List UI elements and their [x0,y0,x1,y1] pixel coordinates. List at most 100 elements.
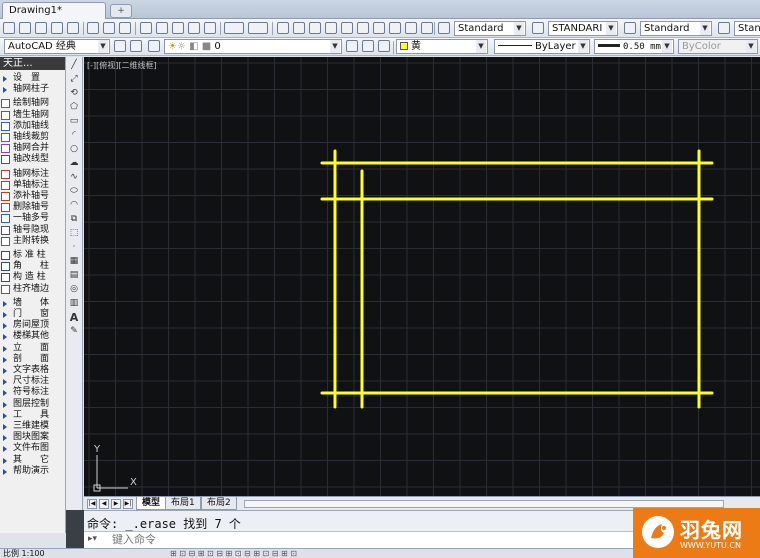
panel-item[interactable]: 删除轴号 [1,202,65,213]
point-icon[interactable]: · [68,242,80,253]
panel-item[interactable]: 楼梯其他 [1,331,65,342]
panel-item[interactable]: 单轴标注 [1,180,65,191]
tool-palettes-icon[interactable] [373,22,385,34]
first-layout-button[interactable]: |◀ [87,499,97,509]
make-block-icon[interactable]: ⬚ [68,228,80,239]
save-icon[interactable] [67,22,79,34]
mtext-icon[interactable]: A [68,312,80,323]
panel-item[interactable]: 立 面 [1,343,65,354]
polyline-icon[interactable]: ⟲ [68,88,80,99]
panel-item[interactable]: 其 它 [1,455,65,466]
line-tool-icon[interactable]: ╱ [68,60,80,71]
dim-style-select[interactable]: STANDARI ▼ [548,21,618,36]
panel-item[interactable]: 标 准 柱 [1,250,65,261]
panel-item[interactable]: 尺寸标注 [1,376,65,387]
workspace-select[interactable]: AutoCAD 经典 ▼ [4,39,110,54]
sheet-set-icon[interactable] [389,22,401,34]
panel-item[interactable]: 墙生轴网 [1,110,65,121]
workspace-settings-icon[interactable] [114,40,126,52]
panel-item[interactable]: 添加轴线 [1,121,65,132]
zoom-realtime-icon[interactable] [293,22,305,34]
revcloud-icon[interactable]: ☁ [68,158,80,169]
panel-item[interactable]: 轴改线型 [1,154,65,165]
region-icon[interactable]: ◎ [68,284,80,295]
cut-icon[interactable] [140,22,152,34]
drafting-toggles[interactable]: ⊞ ⊡ ⊟ ⊞ ⊡ ⊟ ⊞ ⊡ ⊟ ⊞ ⊡ ⊟ ⊞ ⊡ [170,549,297,558]
lineweight-select[interactable]: 0.50 mm ▼ [594,39,674,54]
panel-item[interactable]: 绘制轴网 [1,98,65,109]
panel-item[interactable]: 轴线裁剪 [1,132,65,143]
new-file-icon[interactable] [19,22,31,34]
command-window-handle[interactable] [66,510,84,548]
layer-select[interactable]: ☀☼ ◧ ■ 0 ▼ [164,39,342,54]
panel-item[interactable]: 房间屋顶 [1,320,65,331]
panel-item[interactable]: 图块图案 [1,432,65,443]
arc-icon[interactable]: ◜ [68,130,80,141]
panel-item[interactable]: 添补轴号 [1,191,65,202]
add-selected-icon[interactable]: ✎ [68,326,80,337]
panel-title[interactable]: 天正... [0,57,65,70]
panel-item[interactable]: 一轴多号 [1,213,65,224]
block-editor-icon[interactable] [204,22,216,34]
gradient-icon[interactable]: ▤ [68,270,80,281]
tab-model[interactable]: 模型 [136,497,167,510]
document-tab[interactable]: Drawing1* [2,2,106,19]
panel-item[interactable]: 门 窗 [1,309,65,320]
ellipse-icon[interactable]: ⬭ [68,186,80,197]
text-style-select[interactable]: Standard ▼ [454,21,526,36]
panel-item[interactable]: 帮助演示 [1,466,65,477]
last-layout-button[interactable]: ▶| [123,499,133,509]
paste-icon[interactable] [172,22,184,34]
linetype-select[interactable]: ByLayer ▼ [494,39,590,54]
redo-icon[interactable] [248,22,268,34]
model-space[interactable]: X Y [84,57,760,496]
help-icon[interactable] [421,22,433,34]
panel-item[interactable]: 工 具 [1,410,65,421]
viewport-controls[interactable]: [-][俯视][二维线框] [87,60,157,71]
match-properties-icon[interactable] [188,22,200,34]
panel-item[interactable]: 角 柱 [1,261,65,272]
panel-item[interactable]: 文件布图 [1,443,65,454]
app-menu-icon[interactable] [3,22,15,34]
properties-icon[interactable] [341,22,353,34]
panel-item[interactable]: 三维建模 [1,421,65,432]
polygon-icon[interactable]: ⬠ [68,102,80,113]
scale-indicator[interactable]: 比例 1:100 [3,549,45,558]
pan-icon[interactable] [277,22,289,34]
make-current-icon[interactable] [346,40,358,52]
panel-item[interactable]: 墙 体 [1,298,65,309]
panel-item[interactable]: 构 造 柱 [1,272,65,283]
panel-item[interactable]: 设 置 [1,73,65,84]
tab-layout2[interactable]: 布局2 [201,497,237,510]
panel-item[interactable]: 轴网柱子 [1,84,65,95]
zoom-window-icon[interactable] [309,22,321,34]
undo-icon[interactable] [224,22,244,34]
drawing-canvas[interactable]: X Y [-][俯视][二维线框] [84,57,760,496]
command-input[interactable] [112,533,642,547]
plotstyle-select[interactable]: ByColor ▼ [678,39,758,54]
workspace-save-icon[interactable] [130,40,142,52]
panel-item[interactable]: 轴号隐现 [1,225,65,236]
new-tab-button[interactable]: + [110,4,132,18]
spline-icon[interactable]: ∿ [68,172,80,183]
insert-block-icon[interactable]: ⧉ [68,214,80,225]
rectangle-icon[interactable]: ▭ [68,116,80,127]
panel-item[interactable]: 轴网合并 [1,143,65,154]
zoom-previous-icon[interactable] [325,22,337,34]
tab-layout1[interactable]: 布局1 [165,497,201,510]
panel-item[interactable]: 图层控制 [1,399,65,410]
construction-line-icon[interactable]: ⤢ [68,74,80,85]
open-icon[interactable] [51,22,63,34]
panel-item[interactable]: 文字表格 [1,365,65,376]
circle-icon[interactable]: ○ [68,144,80,155]
layer-manager-icon[interactable] [148,40,160,52]
layer-previous-icon[interactable] [362,40,374,52]
ellipse-arc-icon[interactable]: ◠ [68,200,80,211]
mleader-style-select[interactable]: Stan [734,21,760,36]
qnew-icon[interactable] [35,22,47,34]
markup-icon[interactable] [405,22,417,34]
table-icon[interactable]: ▥ [68,298,80,309]
publish-icon[interactable] [119,22,131,34]
panel-item[interactable]: 符号标注 [1,387,65,398]
panel-item[interactable]: 主附转换 [1,236,65,247]
